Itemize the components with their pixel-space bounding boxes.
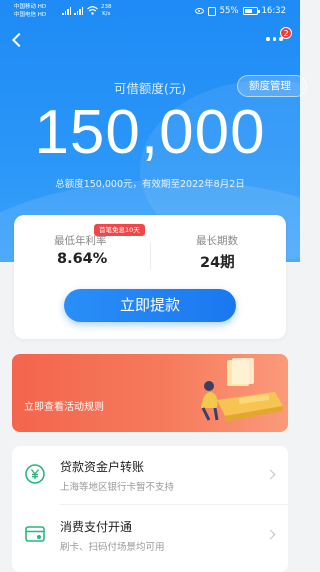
notification-badge: 2 xyxy=(280,27,292,39)
chevron-right-icon xyxy=(265,529,276,540)
carrier-2: 中国电信 HD xyxy=(14,12,47,18)
back-button[interactable] xyxy=(8,30,28,50)
signal-icon xyxy=(74,7,84,15)
yen-transfer-icon xyxy=(25,464,45,484)
feature-list: 贷款资金户转账 上海等地区银行卡暂不支持 消费支付开通 刷卡、扫码付场景均可用 xyxy=(12,446,288,572)
list-item-transfer[interactable]: 贷款资金户转账 上海等地区银行卡暂不支持 xyxy=(12,446,288,504)
battery-icon xyxy=(242,7,260,15)
net-speed-unit: K/s xyxy=(102,10,111,17)
rate-value: 8.64% xyxy=(57,251,108,267)
total-limit-info: 总额度150,000元，有效期至2022年8月2日 xyxy=(55,179,245,190)
list-item-subtitle: 刷卡、扫码付场景均可用 xyxy=(60,542,165,553)
banner-text: 立即查看活动规则 xyxy=(24,402,104,413)
loan-card: 首笔免息10天 最低年利率 8.64% 最长期数 24期 立即提款 xyxy=(14,215,286,339)
net-speed: 238 K/s xyxy=(101,4,112,17)
available-amount: 150,000 xyxy=(34,98,266,167)
list-item-subtitle: 上海等地区银行卡暂不支持 xyxy=(60,482,175,493)
wifi-icon xyxy=(87,6,98,15)
eye-comfort-icon xyxy=(194,8,204,14)
status-bar: 中国移动 HD 中国电信 HD 238 K/s 55% 16:32 xyxy=(0,0,300,22)
chevron-right-icon xyxy=(265,469,276,480)
carrier-1: 中国移动 HD xyxy=(14,4,47,10)
list-item-title: 消费支付开通 xyxy=(60,520,133,534)
net-speed-value: 238 xyxy=(101,4,112,10)
stat-divider xyxy=(150,242,151,270)
term-label: 最长期数 xyxy=(196,235,238,247)
vibrate-icon xyxy=(207,6,216,16)
activity-banner[interactable]: 立即查看活动规则 xyxy=(12,354,288,432)
clock: 16:32 xyxy=(261,6,287,16)
list-item-payment[interactable]: 消费支付开通 刷卡、扫码付场景均可用 xyxy=(12,506,288,564)
signal-icon xyxy=(62,7,72,15)
term-value: 24期 xyxy=(200,255,235,271)
limit-manage-button[interactable]: 额度管理 xyxy=(237,75,307,97)
list-item-title: 贷款资金户转账 xyxy=(60,460,145,474)
card-pay-icon xyxy=(25,526,45,542)
list-divider xyxy=(60,504,288,505)
battery-percent: 55% xyxy=(219,6,239,16)
withdraw-button[interactable]: 立即提款 xyxy=(64,289,236,322)
wallet-illustration-icon xyxy=(201,358,283,422)
rate-label: 最低年利率 xyxy=(54,235,107,247)
